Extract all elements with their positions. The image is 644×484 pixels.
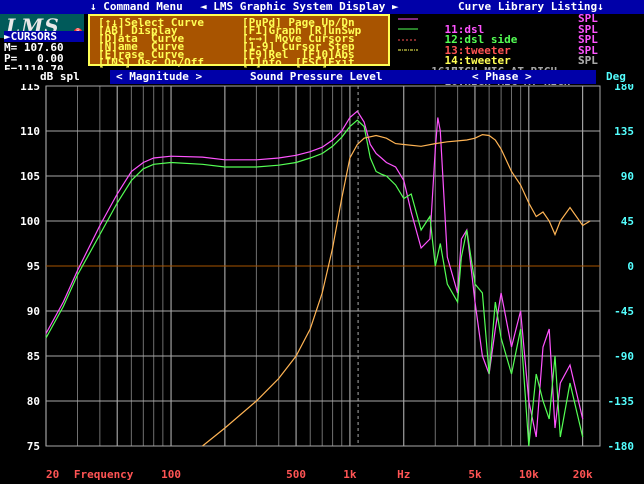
x-tick-label: 10k bbox=[519, 468, 539, 481]
cmd-osc-toggle[interactable]: [INS] Osc On/Off bbox=[98, 57, 204, 68]
y-tick-label: 100 bbox=[20, 215, 40, 228]
left-axis-unit: dB spl bbox=[40, 70, 80, 83]
command-help-panel: [↑↓]Select Curve [AB] Display [D]ata Cur… bbox=[88, 14, 390, 68]
y2-tick-label: 45 bbox=[621, 215, 634, 228]
window-title: ◄ LMS Graphic System Display ► bbox=[200, 0, 399, 13]
x-tick-label: 500 bbox=[286, 468, 306, 481]
y2-tick-label: -45 bbox=[614, 305, 634, 318]
x-tick-label: 5k bbox=[468, 468, 482, 481]
y-tick-label: 80 bbox=[27, 395, 40, 408]
cmd-info-exit[interactable]: [I]nfo [ESC]Exit bbox=[242, 57, 355, 68]
x-tick-label: 1k bbox=[343, 468, 357, 481]
y2-tick-label: 180 bbox=[614, 84, 634, 93]
graph-header-bar: dB spl < Magnitude > Sound Pressure Leve… bbox=[0, 70, 644, 84]
command-menu-button[interactable]: ↓ Command Menu bbox=[90, 0, 183, 14]
top-menu-bar: ↓ Command Menu ◄ LMS Graphic System Disp… bbox=[0, 0, 644, 14]
x-axis-bar: 20 100 500 1k Hz 5k 10k 20k Frequency bbox=[0, 464, 644, 484]
x-axis-label: Frequency bbox=[74, 468, 134, 481]
magnitude-selector[interactable]: < Magnitude > bbox=[116, 70, 202, 84]
x-tick-label: 20 bbox=[46, 468, 59, 481]
plot-grid bbox=[45, 85, 601, 447]
curve-16-type: SPL bbox=[578, 54, 598, 67]
graph-type-label: Sound Pressure Level bbox=[250, 70, 383, 83]
y-tick-label: 75 bbox=[27, 440, 40, 453]
y-tick-label: 90 bbox=[27, 305, 40, 318]
cursor-readout: ►CURSORS M= 107.60 P= 0.00 F=1110.70 bbox=[4, 31, 84, 75]
graph-title-bar: < Magnitude > Sound Pressure Level < Pha… bbox=[110, 70, 596, 84]
y2-tick-label: -135 bbox=[608, 395, 635, 408]
x-tick-label: 100 bbox=[161, 468, 181, 481]
y2-tick-label: 0 bbox=[627, 260, 634, 273]
y-tick-label: 85 bbox=[27, 350, 40, 363]
x-tick-label: Hz bbox=[397, 468, 410, 481]
y2-tick-label: 90 bbox=[621, 170, 634, 183]
right-axis-unit: Deg bbox=[606, 70, 626, 83]
y-tick-label: 95 bbox=[27, 260, 40, 273]
left-axis-ticks: 115 110 105 100 95 90 85 80 75 bbox=[20, 84, 40, 453]
y-tick-label: 115 bbox=[20, 84, 40, 93]
y2-tick-label: -90 bbox=[614, 350, 634, 363]
y-tick-label: 105 bbox=[20, 170, 40, 183]
frequency-response-plot[interactable]: 115 110 105 100 95 90 85 80 75 180 135 90 45 0 -45 -90… bbox=[0, 84, 644, 464]
x-axis-ticks: 20 100 500 1k Hz 5k 10k 20k Frequency bbox=[46, 468, 593, 481]
x-tick-label: 20k bbox=[573, 468, 593, 481]
y2-tick-label: 135 bbox=[614, 125, 634, 138]
right-axis-ticks: 180 135 90 45 0 -45 -90 -135 -180 bbox=[608, 84, 635, 453]
phase-selector[interactable]: < Phase > bbox=[472, 70, 532, 84]
y2-tick-label: -180 bbox=[608, 440, 635, 453]
y-tick-label: 110 bbox=[20, 125, 40, 138]
